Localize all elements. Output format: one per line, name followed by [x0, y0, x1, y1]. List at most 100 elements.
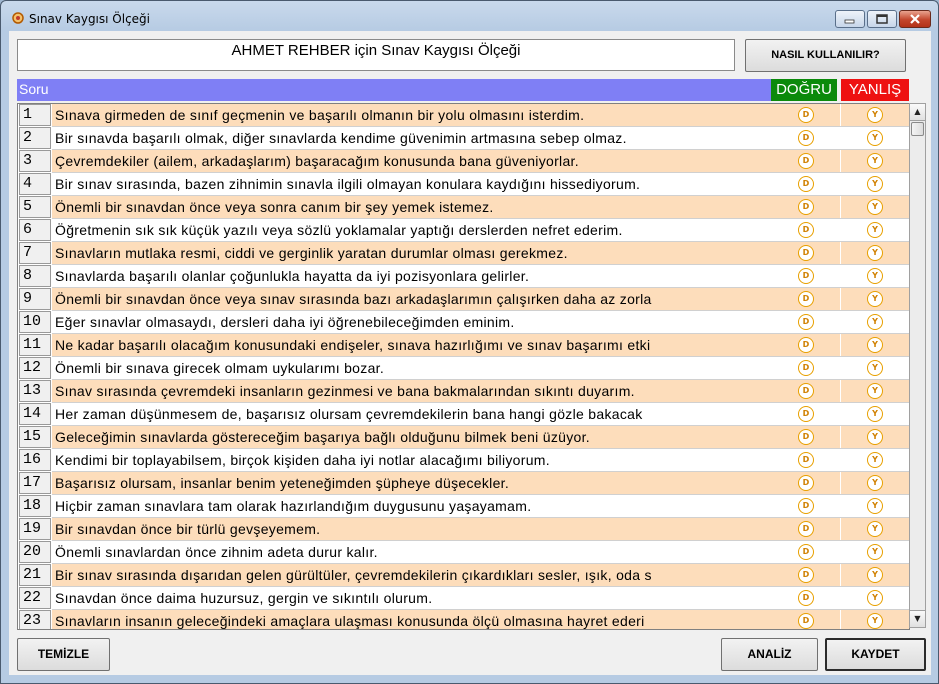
analyze-button[interactable]: ANALİZ — [721, 638, 818, 671]
false-radio[interactable]: Y — [867, 176, 883, 192]
question-text: Sınavların insanın geleceğindeki amaçlar… — [52, 610, 772, 629]
true-radio[interactable]: D — [798, 291, 814, 307]
true-radio[interactable]: D — [798, 521, 814, 537]
false-radio[interactable]: Y — [867, 475, 883, 491]
help-button[interactable]: NASIL KULLANILIR? — [745, 39, 906, 72]
true-cell: D — [772, 403, 840, 425]
false-radio[interactable]: Y — [867, 406, 883, 422]
false-cell: Y — [841, 127, 909, 149]
question-text: Bir sınav sırasında, bazen zihnimin sına… — [52, 173, 772, 195]
false-cell: Y — [841, 472, 909, 494]
false-radio[interactable]: Y — [867, 613, 883, 629]
question-row: 2 Bir sınavda başarılı olmak, diğer sınav… — [18, 127, 909, 150]
false-cell: Y — [841, 495, 909, 517]
false-radio[interactable]: Y — [867, 199, 883, 215]
false-radio[interactable]: Y — [867, 337, 883, 353]
true-radio[interactable]: D — [798, 360, 814, 376]
scroll-up-button[interactable]: ▲ — [910, 104, 925, 121]
false-cell: Y — [841, 564, 909, 586]
true-radio[interactable]: D — [798, 383, 814, 399]
question-text: Önemli bir sınavdan önce veya sınav sıra… — [52, 288, 772, 310]
true-radio[interactable]: D — [798, 268, 814, 284]
true-radio[interactable]: D — [798, 130, 814, 146]
question-row: 18 Hiçbir zaman sınavlara tam olarak hazı… — [18, 495, 909, 518]
true-radio[interactable]: D — [798, 590, 814, 606]
vertical-scrollbar[interactable]: ▲ ▼ — [909, 103, 926, 628]
save-button[interactable]: KAYDET — [825, 638, 926, 671]
question-text: Önemli bir sınavdan önce veya sonra canı… — [52, 196, 772, 218]
true-radio[interactable]: D — [798, 613, 814, 629]
true-radio[interactable]: D — [798, 337, 814, 353]
false-radio[interactable]: Y — [867, 544, 883, 560]
true-cell: D — [772, 518, 840, 540]
maximize-button[interactable] — [867, 10, 897, 28]
true-radio[interactable]: D — [798, 452, 814, 468]
question-grid: 1 Sınava girmeden de sınıf geçmenin ve ba… — [17, 103, 910, 630]
question-number: 2 — [19, 127, 51, 149]
true-cell: D — [772, 334, 840, 356]
question-number: 3 — [19, 150, 51, 172]
false-radio[interactable]: Y — [867, 567, 883, 583]
false-radio[interactable]: Y — [867, 153, 883, 169]
true-radio[interactable]: D — [798, 107, 814, 123]
false-radio[interactable]: Y — [867, 291, 883, 307]
true-radio[interactable]: D — [798, 567, 814, 583]
true-cell: D — [772, 127, 840, 149]
false-radio[interactable]: Y — [867, 268, 883, 284]
title-bar[interactable]: Sınav Kaygısı Ölçeği — [1, 1, 938, 31]
true-radio[interactable]: D — [798, 222, 814, 238]
close-button[interactable] — [899, 10, 931, 28]
false-radio[interactable]: Y — [867, 429, 883, 445]
question-number: 7 — [19, 242, 51, 264]
false-radio[interactable]: Y — [867, 130, 883, 146]
false-cell: Y — [841, 357, 909, 379]
true-radio[interactable]: D — [798, 245, 814, 261]
question-row: 3 Çevremdekiler (ailem, arkadaşlarım) baş… — [18, 150, 909, 173]
question-text: Her zaman düşünmesem de, başarısız olurs… — [52, 403, 772, 425]
question-number: 17 — [19, 472, 51, 494]
close-icon — [910, 14, 920, 24]
true-radio[interactable]: D — [798, 429, 814, 445]
true-radio[interactable]: D — [798, 314, 814, 330]
true-radio[interactable]: D — [798, 544, 814, 560]
app-window: Sınav Kaygısı Ölçeği AHMET REHBER için S… — [0, 0, 939, 684]
question-number: 11 — [19, 334, 51, 356]
false-radio[interactable]: Y — [867, 452, 883, 468]
false-radio[interactable]: Y — [867, 222, 883, 238]
true-cell: D — [772, 472, 840, 494]
false-cell: Y — [841, 380, 909, 402]
question-text: Bir sınavdan önce bir türlü gevşeyemem. — [52, 518, 772, 540]
scroll-down-button[interactable]: ▼ — [910, 610, 925, 627]
question-row: 20 Önemli sınavlardan önce zihnim adeta d… — [18, 541, 909, 564]
true-cell: D — [772, 173, 840, 195]
question-number: 10 — [19, 311, 51, 333]
true-radio[interactable]: D — [798, 406, 814, 422]
maximize-icon — [876, 14, 888, 24]
false-radio[interactable]: Y — [867, 383, 883, 399]
true-radio[interactable]: D — [798, 199, 814, 215]
false-radio[interactable]: Y — [867, 107, 883, 123]
question-text: Sınavların mutlaka resmi, ciddi ve gergi… — [52, 242, 772, 264]
scroll-thumb[interactable] — [911, 122, 924, 136]
true-radio[interactable]: D — [798, 153, 814, 169]
false-cell: Y — [841, 242, 909, 264]
false-radio[interactable]: Y — [867, 314, 883, 330]
false-radio[interactable]: Y — [867, 360, 883, 376]
true-cell: D — [772, 311, 840, 333]
false-radio[interactable]: Y — [867, 590, 883, 606]
clear-button[interactable]: TEMİZLE — [17, 638, 110, 671]
true-radio[interactable]: D — [798, 498, 814, 514]
true-cell: D — [772, 587, 840, 609]
minimize-button[interactable] — [835, 10, 865, 28]
true-cell: D — [772, 219, 840, 241]
false-radio[interactable]: Y — [867, 498, 883, 514]
question-text: Çevremdekiler (ailem, arkadaşlarım) başa… — [52, 150, 772, 172]
true-radio[interactable]: D — [798, 176, 814, 192]
column-header-question: Soru — [17, 79, 771, 101]
question-number: 19 — [19, 518, 51, 540]
false-radio[interactable]: Y — [867, 521, 883, 537]
arrow-down-icon: ▼ — [914, 614, 921, 623]
question-row: 10 Eğer sınavlar olmasaydı, dersleri daha… — [18, 311, 909, 334]
true-radio[interactable]: D — [798, 475, 814, 491]
false-radio[interactable]: Y — [867, 245, 883, 261]
